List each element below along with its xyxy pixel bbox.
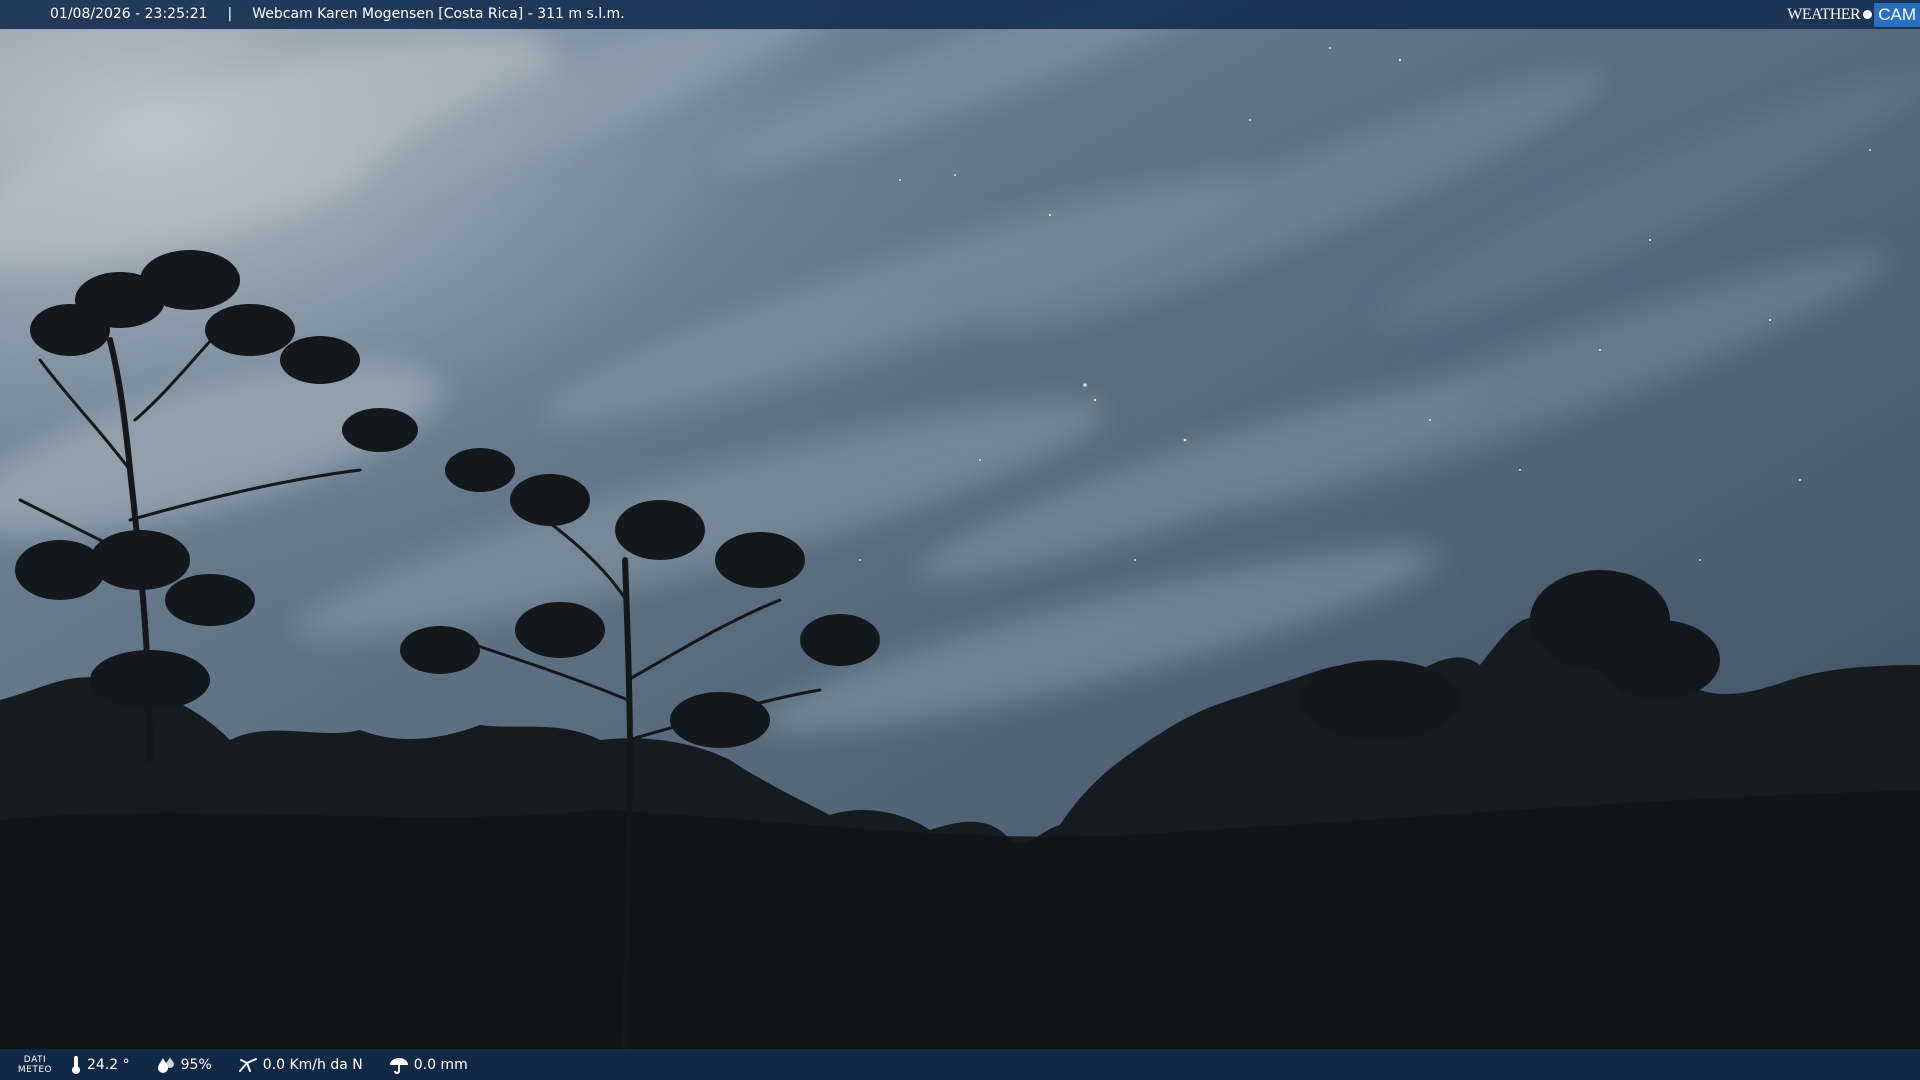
wind-reading: 0.0 Km/h da N [238,1056,363,1074]
umbrella-icon [389,1057,408,1074]
logo-cam-text: CAM [1874,2,1920,27]
thermometer-icon [72,1055,80,1074]
humidity-value: 95% [180,1056,212,1073]
header-bar: 01/08/2026 - 23:25:21 | Webcam Karen Mog… [0,0,1920,29]
humidity-reading: 95% [156,1056,212,1074]
temperature-reading: 24.2 ° [70,1055,130,1075]
rain-value: 0.0 mm [413,1056,468,1073]
temperature-value: 24.2 ° [87,1056,130,1073]
wind-value: 0.0 Km/h da N [262,1056,363,1073]
webcam-location: Webcam Karen Mogensen [Costa Rica] - 311… [252,6,625,22]
header-separator: | [227,6,233,22]
humidity-drop-icon [157,1056,174,1073]
meteo-label-line2: METEO [17,1064,53,1075]
rain-reading: 0.0 mm [389,1056,468,1074]
timestamp: 01/08/2026 - 23:25:21 [50,6,208,22]
weathercam-logo: WEATHER CAM [1787,0,1920,29]
logo-dot-icon [1863,10,1873,19]
wind-icon [238,1057,257,1072]
logo-weather-text: WEATHER [1787,5,1861,23]
webcam-scene [0,0,1920,1080]
weather-data-bar: DATI METEO 24.2 ° 95% 0.0 Km/h da N 0.0 … [0,1049,1920,1080]
meteo-label: DATI METEO [0,1055,70,1075]
webcam-view: 01/08/2026 - 23:25:21 | Webcam Karen Mog… [0,0,1920,1080]
meteo-label-line1: DATI [23,1054,47,1065]
